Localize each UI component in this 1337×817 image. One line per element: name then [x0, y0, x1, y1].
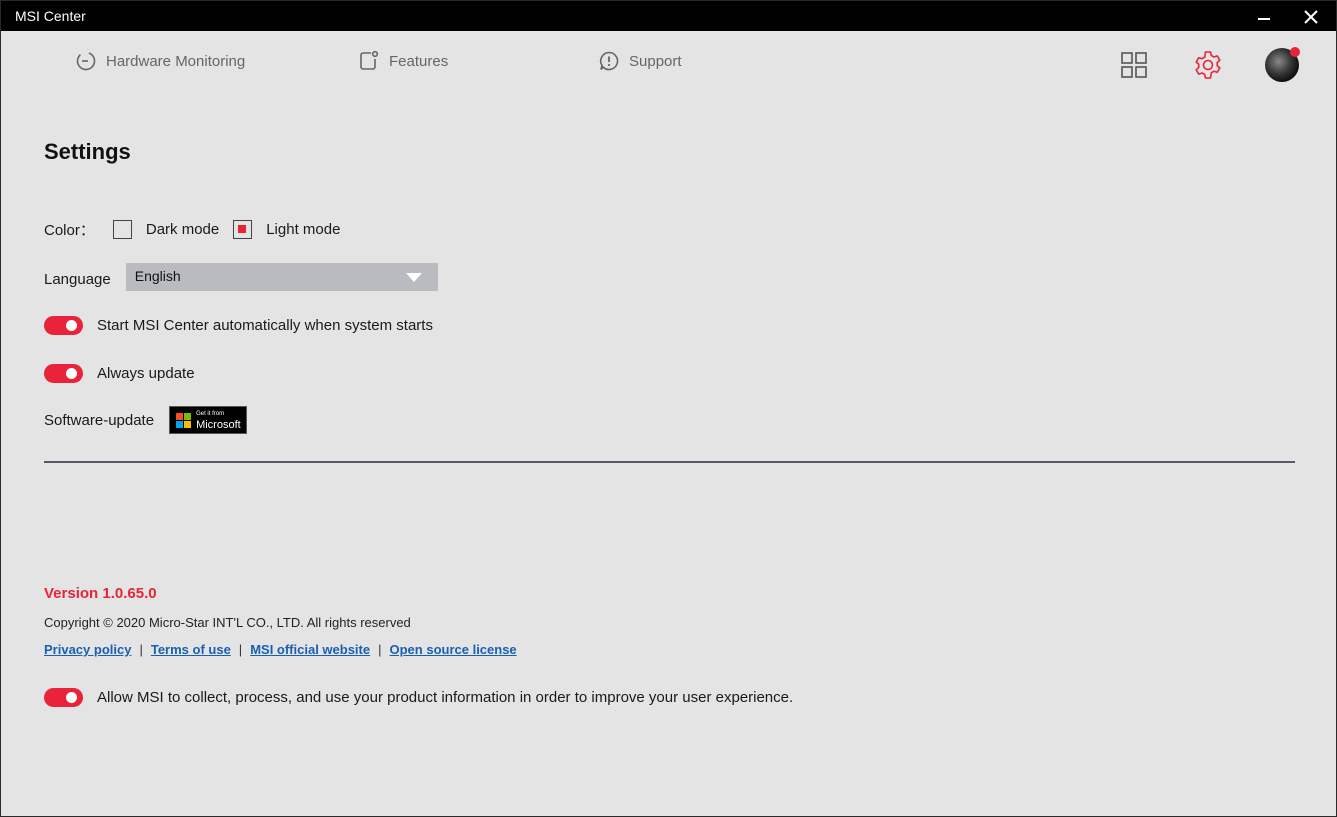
dark-mode-checkbox[interactable] [112, 219, 132, 239]
color-label: Color： [44, 221, 95, 239]
microsoft-store-button[interactable]: Get it from Microsoft [169, 406, 248, 434]
nav-support-label: Support [629, 52, 682, 70]
footer-links: Privacy policy | Terms of use | MSI offi… [44, 642, 517, 657]
allow-collect-toggle[interactable] [44, 687, 83, 707]
nav-features[interactable]: Features [358, 49, 448, 73]
light-mode-checkbox[interactable] [233, 219, 253, 239]
language-value: English [134, 268, 181, 284]
link-separator: | [378, 642, 382, 657]
language-row: Language English [44, 263, 438, 291]
open-source-license-link[interactable]: Open source license [390, 642, 517, 657]
language-label: Language [44, 270, 111, 288]
minimize-button[interactable] [1241, 1, 1287, 31]
light-mode-label: Light mode [266, 220, 341, 238]
ms-badge-name: Microsoft [196, 419, 241, 431]
support-icon [599, 51, 619, 71]
terms-of-use-link[interactable]: Terms of use [151, 642, 231, 657]
close-button[interactable] [1288, 1, 1334, 31]
auto-start-label: Start MSI Center automatically when syst… [97, 316, 433, 334]
gear-icon[interactable] [1192, 49, 1224, 81]
language-dropdown[interactable]: English [125, 263, 438, 291]
auto-start-row: Start MSI Center automatically when syst… [44, 314, 433, 336]
allow-collect-label: Allow MSI to collect, process, and use y… [97, 688, 794, 706]
top-navigation: Hardware Monitoring Features Support [1, 31, 1336, 91]
always-update-toggle[interactable] [44, 363, 83, 383]
gauge-icon [76, 51, 96, 71]
msi-website-link[interactable]: MSI official website [250, 642, 370, 657]
version-text: Version 1.0.65.0 [44, 585, 157, 602]
auto-start-toggle[interactable] [44, 315, 83, 335]
nav-hardware-monitoring-label: Hardware Monitoring [106, 52, 246, 70]
privacy-policy-link[interactable]: Privacy policy [44, 642, 131, 657]
notification-dot [1290, 47, 1300, 57]
app-title: MSI Center [15, 8, 86, 24]
caret-down-icon [405, 273, 422, 282]
copyright-text: Copyright © 2020 Micro-Star INT'L CO., L… [44, 615, 411, 630]
allow-collect-row: Allow MSI to collect, process, and use y… [44, 686, 793, 708]
color-mode-row: Color： Dark mode Light mode [44, 218, 354, 240]
always-update-label: Always update [97, 364, 195, 382]
link-separator: | [238, 642, 243, 657]
app-window: MSI Center Hardware Monitoring Features [0, 0, 1337, 817]
ms-badge-top-text: Get it from [196, 411, 225, 417]
grid-icon[interactable] [1120, 51, 1148, 79]
features-icon [360, 50, 379, 70]
nav-hardware-monitoring[interactable]: Hardware Monitoring [75, 49, 245, 73]
minimize-icon [1258, 18, 1270, 20]
nav-features-label: Features [389, 52, 449, 70]
close-icon [1304, 10, 1318, 24]
section-divider [44, 461, 1295, 463]
windows-logo-icon [176, 413, 192, 429]
dark-mode-label: Dark mode [145, 220, 220, 238]
always-update-row: Always update [44, 362, 195, 384]
link-separator: | [139, 642, 143, 657]
software-update-row: Software-update Get it from Microsoft [44, 406, 248, 434]
nav-support[interactable]: Support [598, 49, 682, 73]
title-bar: MSI Center [1, 1, 1336, 31]
software-update-label: Software-update [44, 411, 155, 429]
page-title: Settings [44, 139, 131, 164]
